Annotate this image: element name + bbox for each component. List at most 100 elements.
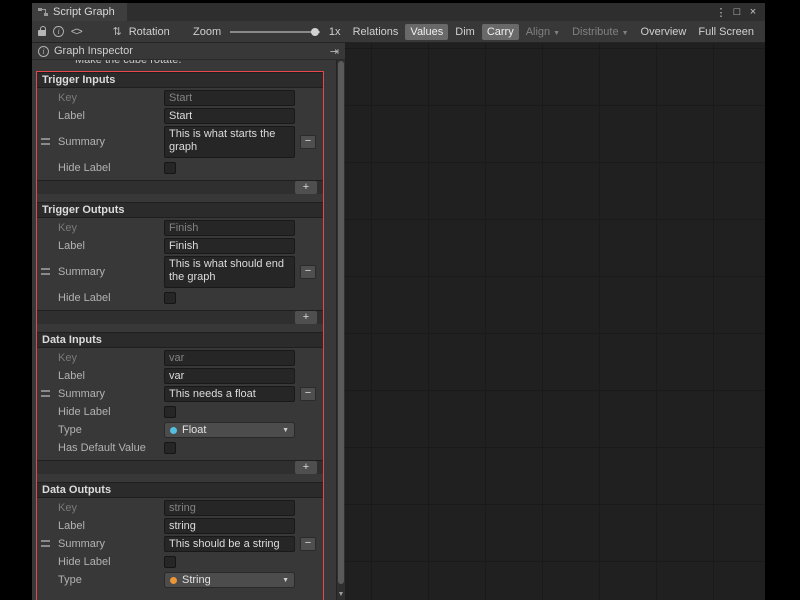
- script-graph-icon: [38, 7, 48, 17]
- align-button[interactable]: Align▼: [521, 24, 565, 40]
- scrollbar-thumb[interactable]: [338, 61, 344, 584]
- selection-highlight-border: Trigger Inputs Key Start Label Start: [36, 71, 324, 600]
- graph-description-text: Make the cube rotate.: [75, 60, 181, 66]
- inspector-header: i Graph Inspector ⇥: [32, 43, 345, 60]
- info-icon[interactable]: i: [53, 26, 63, 37]
- summary-field[interactable]: This is what should end the graph: [164, 256, 295, 288]
- maximize-icon[interactable]: □: [729, 6, 745, 18]
- main-area: i Graph Inspector ⇥ Make the cube rotate…: [32, 43, 765, 600]
- add-item-bar: +: [37, 180, 323, 194]
- rotation-icon: ⇅: [113, 25, 122, 38]
- type-row: Type String ▼: [37, 572, 323, 588]
- type-label: Type: [58, 424, 164, 436]
- key-row: Key var: [37, 350, 323, 366]
- menu-icon[interactable]: ⋮: [713, 6, 729, 19]
- key-field: var: [164, 350, 295, 366]
- chevron-down-icon: ▼: [622, 30, 629, 37]
- title-bar: Script Graph ⋮ □ ×: [32, 3, 765, 21]
- window-controls: ⋮ □ ×: [713, 3, 765, 21]
- hide-label-checkbox[interactable]: [164, 292, 176, 304]
- key-field: Finish: [164, 220, 295, 236]
- label-row: Label string: [37, 518, 323, 534]
- hide-label-row: Hide Label: [37, 160, 323, 176]
- label-field[interactable]: Start: [164, 108, 295, 124]
- hide-label-label: Hide Label: [58, 162, 164, 174]
- summary-field[interactable]: This is what starts the graph: [164, 126, 295, 158]
- overview-button[interactable]: Overview: [636, 24, 692, 40]
- type-dropdown[interactable]: Float ▼: [164, 422, 295, 438]
- inspector-scrollbar[interactable]: ▼: [336, 60, 345, 600]
- hide-label-label: Hide Label: [58, 292, 164, 304]
- label-field[interactable]: Finish: [164, 238, 295, 254]
- remove-item-button[interactable]: −: [300, 135, 316, 149]
- inspector-title: Graph Inspector: [54, 45, 133, 57]
- unity-window: Script Graph ⋮ □ × i <> ⇅ Rotation Zoom …: [32, 3, 765, 600]
- graph-canvas[interactable]: [345, 43, 765, 600]
- dock-icon[interactable]: ⇥: [330, 45, 339, 58]
- rotation-label: Rotation: [129, 26, 170, 38]
- hide-label-label: Hide Label: [58, 406, 164, 418]
- section-title: Data Outputs: [37, 482, 323, 498]
- relations-button[interactable]: Relations: [348, 24, 404, 40]
- section-trigger-outputs: Trigger Outputs Key Finish Label Finish: [37, 202, 323, 324]
- button-label: Align: [526, 26, 550, 38]
- label-row: Label var: [37, 368, 323, 384]
- type-row: Type Float ▼: [37, 422, 323, 438]
- label-field[interactable]: var: [164, 368, 295, 384]
- inspector-body: Make the cube rotate. Trigger Inputs Key…: [32, 60, 345, 600]
- zoom-slider-handle[interactable]: [311, 28, 319, 36]
- zoom-label: Zoom: [193, 26, 221, 38]
- distribute-button[interactable]: Distribute▼: [567, 24, 633, 40]
- remove-item-button[interactable]: −: [300, 265, 316, 279]
- dim-button[interactable]: Dim: [450, 24, 480, 40]
- drag-handle-icon[interactable]: [41, 138, 50, 145]
- chevron-down-icon: ▼: [282, 577, 289, 584]
- zoom-value: 1x: [329, 26, 341, 38]
- label-label: Label: [58, 240, 164, 252]
- fullscreen-button[interactable]: Full Screen: [693, 24, 759, 40]
- section-data-inputs: Data Inputs Key var Label var: [37, 332, 323, 474]
- drag-handle-icon[interactable]: [41, 540, 50, 547]
- string-type-icon: [170, 577, 177, 584]
- key-row: Key string: [37, 500, 323, 516]
- label-field[interactable]: string: [164, 518, 295, 534]
- summary-label: Summary: [58, 266, 164, 278]
- key-label: Key: [58, 92, 164, 104]
- section-title: Trigger Outputs: [37, 202, 323, 218]
- hide-label-checkbox[interactable]: [164, 162, 176, 174]
- summary-field[interactable]: This should be a string: [164, 536, 295, 552]
- summary-field[interactable]: This needs a float: [164, 386, 295, 402]
- key-row: Key Start: [37, 90, 323, 106]
- summary-label: Summary: [58, 136, 164, 148]
- hide-label-checkbox[interactable]: [164, 556, 176, 568]
- remove-item-button[interactable]: −: [300, 387, 316, 401]
- remove-item-button[interactable]: −: [300, 537, 316, 551]
- key-field: string: [164, 500, 295, 516]
- button-label: Values: [410, 26, 443, 38]
- key-label: Key: [58, 352, 164, 364]
- hide-label-checkbox[interactable]: [164, 406, 176, 418]
- scroll-down-icon[interactable]: ▼: [337, 591, 345, 598]
- add-item-button[interactable]: +: [295, 461, 317, 474]
- zoom-slider[interactable]: [230, 31, 320, 33]
- tab-script-graph[interactable]: Script Graph: [32, 3, 127, 21]
- drag-handle-icon[interactable]: [41, 268, 50, 275]
- code-icon[interactable]: <>: [71, 26, 82, 38]
- drag-handle-icon[interactable]: [41, 390, 50, 397]
- section-title: Data Inputs: [37, 332, 323, 348]
- carry-button[interactable]: Carry: [482, 24, 519, 40]
- info-icon: i: [38, 46, 49, 57]
- key-field: Start: [164, 90, 295, 106]
- close-icon[interactable]: ×: [745, 6, 761, 18]
- add-item-button[interactable]: +: [295, 311, 317, 324]
- values-button[interactable]: Values: [405, 24, 448, 40]
- add-item-button[interactable]: +: [295, 181, 317, 194]
- summary-row: Summary This is what should end the grap…: [37, 256, 323, 288]
- hide-label-row: Hide Label: [37, 290, 323, 306]
- label-label: Label: [58, 370, 164, 382]
- has-default-value-checkbox[interactable]: [164, 442, 176, 454]
- toolbar-buttons: Relations Values Dim Carry Align▼ Distri…: [348, 24, 759, 40]
- type-value: Float: [182, 424, 206, 436]
- type-dropdown[interactable]: String ▼: [164, 572, 295, 588]
- lock-icon[interactable]: [38, 30, 46, 36]
